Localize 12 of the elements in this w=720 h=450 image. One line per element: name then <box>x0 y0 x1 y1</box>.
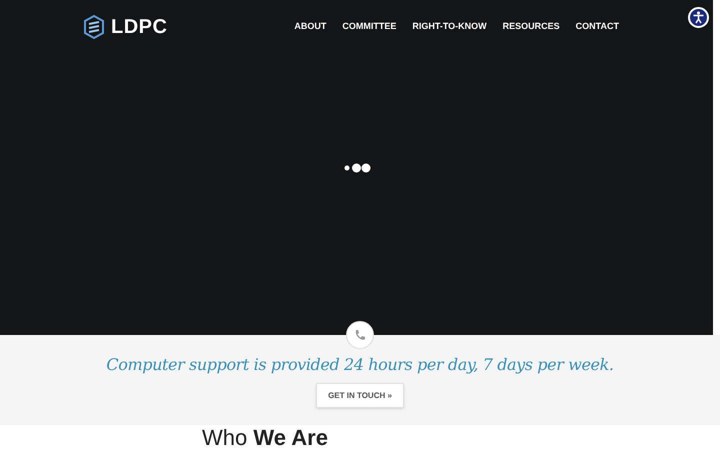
logo-text: LDPC <box>111 15 168 40</box>
accessibility-icon <box>692 11 705 24</box>
loading-icon <box>344 163 371 173</box>
nav-link[interactable]: ABOUT <box>294 20 326 34</box>
nav-link[interactable]: COMMITTEE <box>342 20 396 34</box>
nav-link[interactable]: CONTACT <box>576 20 619 34</box>
nav-link[interactable]: RESOURCES <box>502 20 560 34</box>
logo-icon <box>83 15 105 39</box>
nav-link[interactable]: RIGHT-TO-KNOW <box>412 20 487 34</box>
section-heading: Who We Are <box>201 425 329 449</box>
get-in-touch-button[interactable]: GET IN TOUCH » <box>316 383 404 408</box>
support-message: Computer support is provided 24 hours per day, 7 days per week. <box>106 354 614 376</box>
